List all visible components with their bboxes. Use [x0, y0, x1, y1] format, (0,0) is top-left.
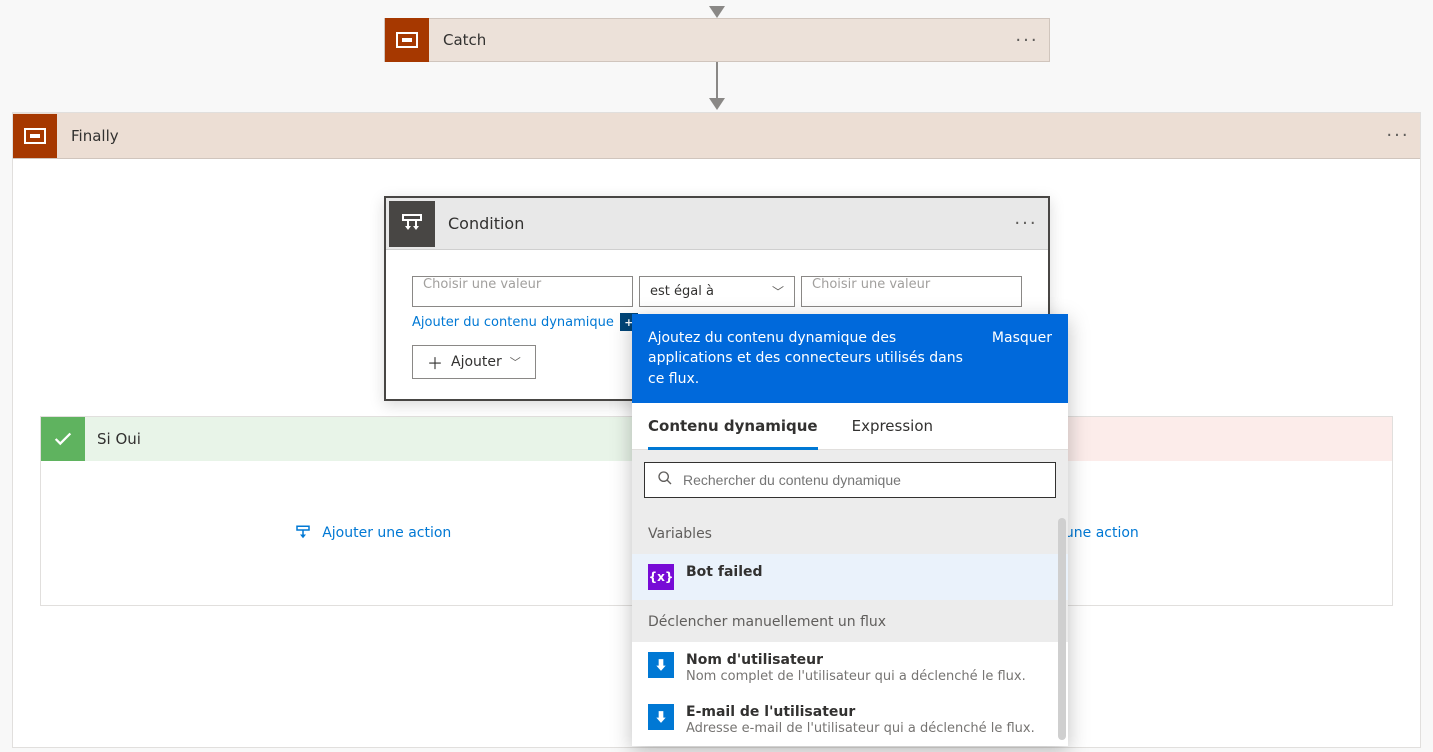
- dyn-item-useremail[interactable]: E-mail de l'utilisateur Adresse e-mail d…: [632, 694, 1068, 746]
- dyn-item-username[interactable]: Nom d'utilisateur Nom complet de l'utili…: [632, 642, 1068, 694]
- flow-canvas: Catch ··· Finally ···: [0, 0, 1433, 752]
- condition-title: Condition: [438, 214, 1004, 233]
- catch-title: Catch: [429, 31, 1005, 49]
- trigger-icon: [648, 652, 674, 678]
- catch-menu-button[interactable]: ···: [1005, 30, 1049, 51]
- dyn-item-desc: Nom complet de l'utilisateur qui a décle…: [686, 669, 1052, 684]
- dyn-item-title: E-mail de l'utilisateur: [686, 704, 1052, 720]
- branch-yes-header[interactable]: Si Oui: [41, 417, 705, 461]
- flow-arrow-head: [709, 6, 725, 18]
- flow-arrow-head: [709, 98, 725, 110]
- dyn-item-title: Nom d'utilisateur: [686, 652, 1052, 668]
- add-action-yes-button[interactable]: Ajouter une action: [294, 524, 451, 542]
- scrollbar[interactable]: [1058, 518, 1066, 740]
- condition-header[interactable]: Condition ···: [386, 198, 1048, 250]
- tab-dynamic-content[interactable]: Contenu dynamique: [648, 403, 818, 450]
- finally-header[interactable]: Finally ···: [13, 113, 1420, 159]
- condition-menu-button[interactable]: ···: [1004, 213, 1048, 234]
- catch-card[interactable]: Catch ···: [384, 18, 1050, 62]
- dynamic-content-tabs: Contenu dynamique Expression: [632, 403, 1068, 450]
- finally-menu-button[interactable]: ···: [1376, 125, 1420, 146]
- condition-operator-select[interactable]: est égal à ﹀: [639, 276, 795, 307]
- condition-icon: [389, 201, 435, 247]
- dyn-item-desc: Adresse e-mail de l'utilisateur qui a dé…: [686, 721, 1052, 736]
- add-condition-row-button[interactable]: ＋ Ajouter ﹀: [412, 345, 536, 379]
- search-icon: [657, 470, 673, 490]
- condition-value-1-input[interactable]: Choisir une valeur: [412, 276, 633, 307]
- section-trigger: Déclencher manuellement un flux: [632, 600, 1068, 642]
- chevron-down-icon: ﹀: [772, 283, 784, 300]
- branch-yes-title: Si Oui: [85, 430, 141, 448]
- condition-value-2-input[interactable]: Choisir une valeur: [801, 276, 1022, 307]
- add-dynamic-content-link[interactable]: Ajouter du contenu dynamique: [412, 315, 614, 330]
- scope-icon: [13, 114, 57, 158]
- variable-icon: {x}: [648, 564, 674, 590]
- flow-connector: [716, 62, 718, 100]
- plus-icon: ＋: [427, 350, 443, 374]
- dyn-item-title: Bot failed: [686, 564, 1052, 580]
- chevron-down-icon: ﹀: [510, 354, 521, 370]
- check-icon: [41, 417, 85, 461]
- dynamic-content-list: Variables {x} Bot failed Déclencher manu…: [632, 512, 1068, 746]
- scope-icon: [385, 18, 429, 62]
- trigger-icon: [648, 704, 674, 730]
- dyn-item-bot-failed[interactable]: {x} Bot failed: [632, 554, 1068, 600]
- finally-title: Finally: [57, 127, 1376, 145]
- add-button-label: Ajouter: [451, 354, 502, 370]
- hide-dynamic-content-link[interactable]: Masquer: [992, 328, 1052, 348]
- dynamic-content-banner-text: Ajoutez du contenu dynamique des applica…: [648, 328, 982, 389]
- section-variables: Variables: [632, 512, 1068, 554]
- dynamic-content-search-input[interactable]: [683, 472, 1043, 488]
- add-action-icon: [294, 524, 312, 542]
- dynamic-content-popup: Ajoutez du contenu dynamique des applica…: [632, 314, 1068, 746]
- dynamic-content-search[interactable]: [644, 462, 1056, 498]
- tab-expression[interactable]: Expression: [852, 403, 933, 449]
- branch-if-yes: Si Oui Ajouter une action: [40, 416, 706, 606]
- add-action-yes-label: Ajouter une action: [322, 525, 451, 541]
- dynamic-content-banner: Ajoutez du contenu dynamique des applica…: [632, 314, 1068, 403]
- condition-operator-label: est égal à: [650, 284, 714, 299]
